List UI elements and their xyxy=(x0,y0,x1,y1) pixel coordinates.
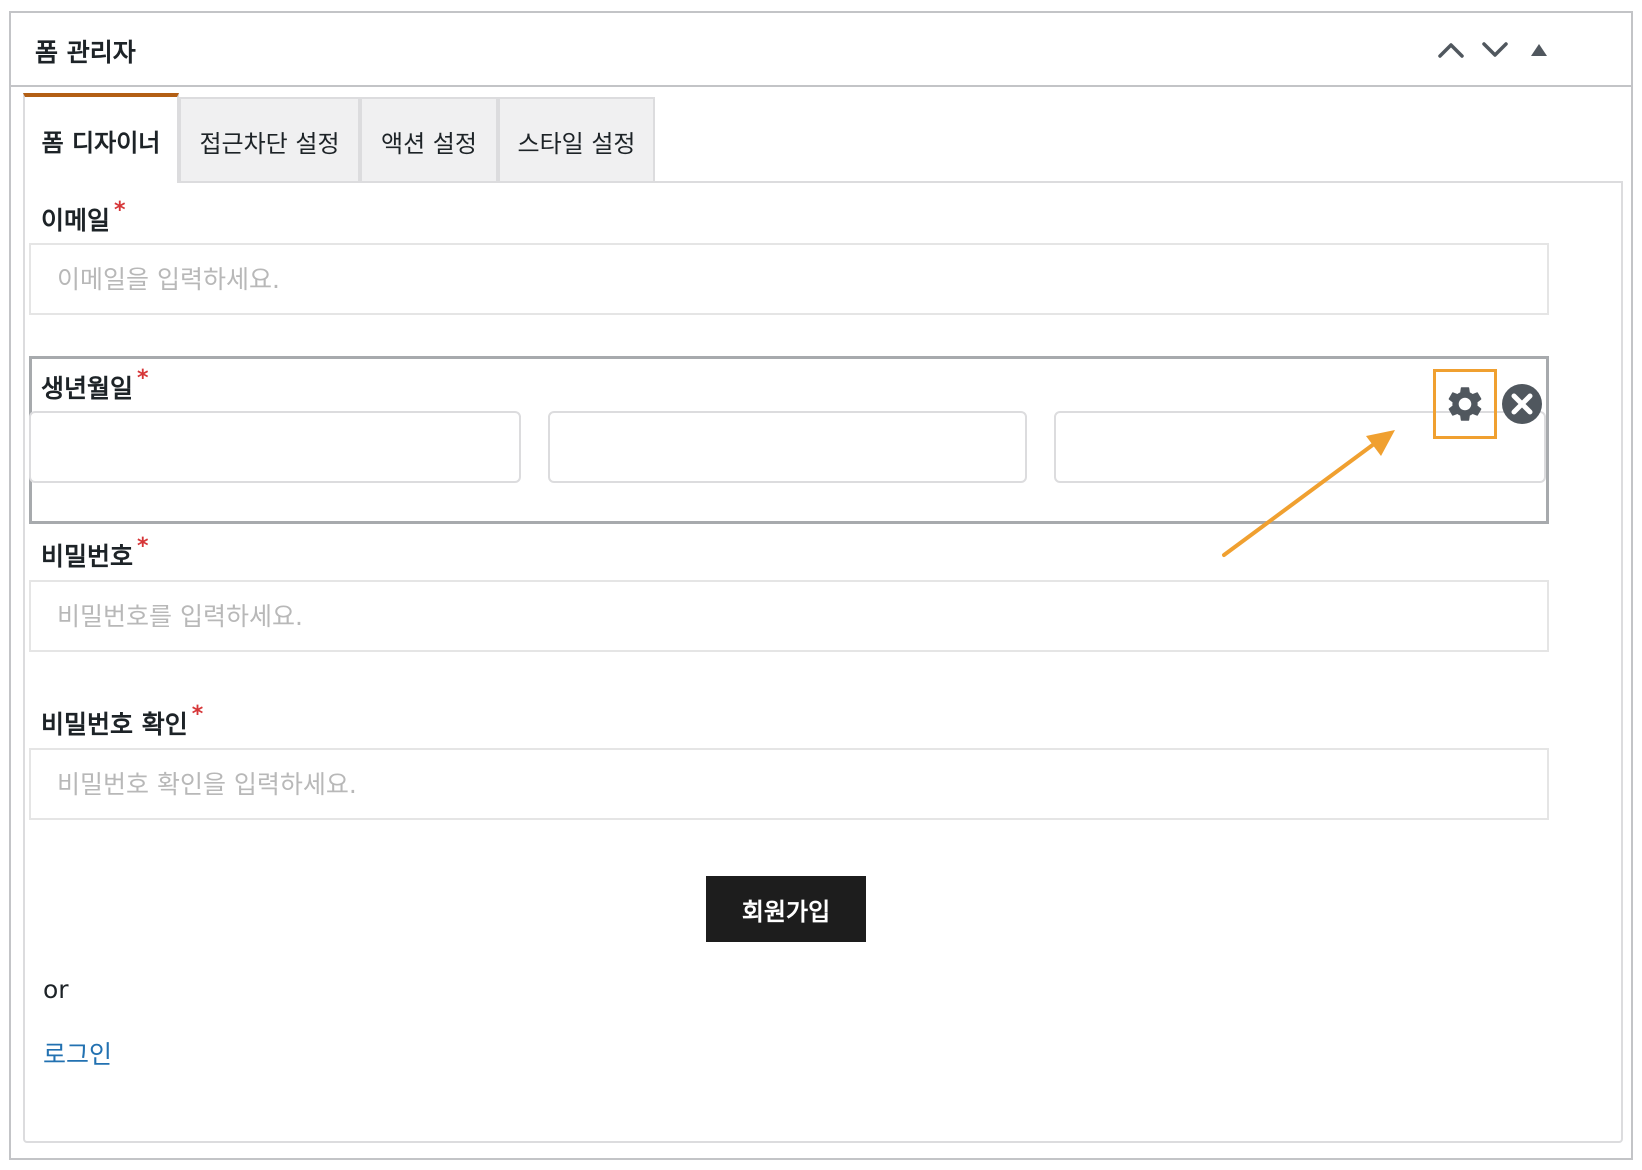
move-up-button[interactable] xyxy=(1434,33,1468,67)
toggle-panel-button[interactable] xyxy=(1522,33,1556,67)
or-text: or xyxy=(43,975,69,1004)
chevron-up-icon xyxy=(1438,43,1464,58)
birth-month-input[interactable] xyxy=(548,411,1027,483)
signup-button[interactable]: 회원가입 xyxy=(706,876,866,942)
tab-form-designer[interactable]: 폼 디자이너 xyxy=(23,93,179,183)
password-confirm-input[interactable] xyxy=(29,748,1549,820)
required-marker: * xyxy=(191,702,204,727)
gear-icon xyxy=(1448,387,1482,421)
form-designer-canvas: 이메일* 생년월일* 비 xyxy=(23,181,1623,1143)
tab-action-settings[interactable]: 액션 설정 xyxy=(360,97,498,183)
required-marker: * xyxy=(114,198,126,223)
required-marker: * xyxy=(137,366,149,391)
password-label-text: 비밀번호 xyxy=(41,542,134,571)
birthdate-label: 생년월일 * xyxy=(41,366,149,405)
birthdate-label-text: 생년월일 xyxy=(41,374,134,403)
form-manager-panel: 폼 관리자 폼 디자이너 접근차단 설정 액션 설정 스타일 설정 이메일* xyxy=(9,11,1633,1160)
panel-header: 폼 관리자 xyxy=(11,13,1631,87)
panel-title: 폼 관리자 xyxy=(35,38,136,67)
chevron-down-icon xyxy=(1482,42,1508,57)
password-input[interactable] xyxy=(29,580,1549,652)
password-confirm-label-text: 비밀번호 확인 xyxy=(41,710,188,739)
email-input[interactable] xyxy=(29,243,1549,315)
triangle-up-icon xyxy=(1531,44,1547,56)
field-tools xyxy=(1433,369,1543,439)
login-link[interactable]: 로그인 xyxy=(43,1035,112,1071)
move-down-button[interactable] xyxy=(1478,33,1512,67)
remove-field-button[interactable] xyxy=(1501,383,1543,425)
required-marker: * xyxy=(137,534,149,559)
email-label-text: 이메일 xyxy=(41,206,111,235)
tab-access-block-settings[interactable]: 접근차단 설정 xyxy=(179,97,360,183)
close-icon xyxy=(1502,384,1542,424)
password-label: 비밀번호 * xyxy=(41,534,149,573)
field-settings-button[interactable] xyxy=(1433,369,1497,439)
email-label: 이메일 * xyxy=(41,198,126,237)
tab-style-settings[interactable]: 스타일 설정 xyxy=(498,97,655,183)
password-confirm-label: 비밀번호 확인 * xyxy=(41,702,204,741)
birth-year-input[interactable] xyxy=(29,411,521,483)
